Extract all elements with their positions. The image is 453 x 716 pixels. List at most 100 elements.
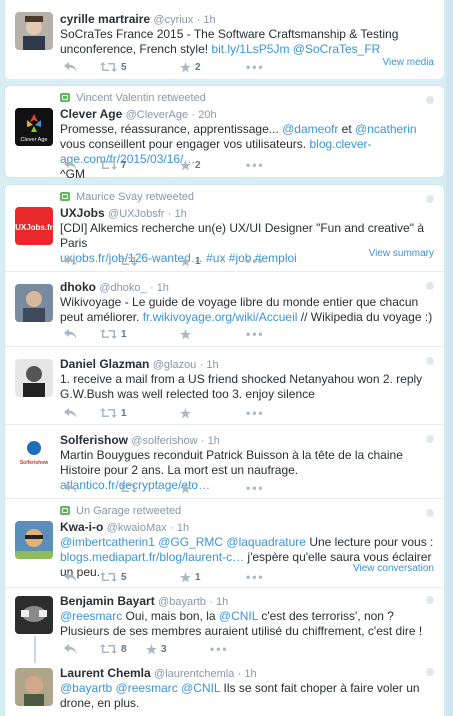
tweet[interactable]: dhoko @dhoko_ · 1h Wikivoyage - Le guide… [5,272,444,347]
username[interactable]: @glazou [153,359,197,371]
tweet[interactable]: Maurice Svay retweeted UXJobs @UXJobsfr … [5,185,444,272]
tweet-mentions[interactable]: @imbertcatherin1 @GG_RMC @laquadrature [60,535,306,549]
more-icon[interactable]: ••• [246,60,265,74]
avatar[interactable] [15,359,53,397]
avatar[interactable] [15,12,53,50]
favorite-button[interactable]: 2 [180,60,201,74]
timestamp[interactable]: 1h [206,359,218,371]
avatar[interactable]: UXJobs.fr [15,207,53,245]
tweet-link[interactable]: bit.ly/1LsP5Jm [211,42,289,56]
avatar[interactable]: Clever Age [15,108,53,146]
timestamp[interactable]: 1h [216,596,228,608]
follow-dot-icon[interactable] [426,596,434,604]
fullname[interactable]: Kwa-i-o [60,520,103,534]
tweet[interactable]: Daniel Glazman @glazou · 1h 1. receive a… [5,347,444,425]
avatar[interactable] [15,596,53,634]
retweet-button[interactable]: 5 [100,570,127,584]
favorite-button[interactable]: 2 [180,158,201,172]
view-media-link[interactable]: View media [382,57,434,68]
fullname[interactable]: Daniel Glazman [60,357,149,371]
avatar[interactable]: Solferishow [15,435,53,473]
favorite-button[interactable]: 3 [146,642,167,656]
avatar[interactable] [15,284,53,322]
tweet-link[interactable]: blogs.mediapart.fr/blog/laurent-c… [60,550,244,564]
fullname[interactable]: Solferishow [60,433,128,447]
username[interactable]: @UXJobsfr [108,208,164,220]
tweet-mention[interactable]: @SoCraTes_FR [293,42,381,56]
retweet-icon[interactable] [120,481,137,495]
username[interactable]: @cyriux [153,14,193,26]
username[interactable]: @CleverAge [126,109,189,121]
reply-icon[interactable] [64,570,77,584]
more-icon[interactable]: ••• [246,254,265,268]
favorite-button[interactable]: 1 [180,254,201,268]
timestamp[interactable]: 1h [157,282,169,294]
favorite-button[interactable]: 1 [180,570,201,584]
timestamp[interactable]: 1h [244,668,256,680]
timestamp[interactable]: 20h [198,109,216,121]
reply-icon[interactable] [64,60,77,74]
tweet-mention[interactable]: @reesmarc [60,609,122,623]
reply-icon[interactable] [64,406,77,420]
tweet-mention[interactable]: @CNIL [219,609,258,623]
favorite-icon[interactable] [180,327,191,341]
username[interactable]: @solferishow [131,435,197,447]
more-icon[interactable]: ••• [246,327,265,341]
username[interactable]: @dhoko_ [99,282,146,294]
fullname[interactable]: dhoko [60,280,96,294]
tweet[interactable]: cyrille martraire @cyriux · 1h SoCraTes … [5,0,444,79]
follow-dot-icon[interactable] [426,357,434,365]
follow-dot-icon[interactable] [426,435,434,443]
follow-dot-icon[interactable] [426,509,434,517]
fullname[interactable]: Clever Age [60,107,122,121]
timestamp[interactable]: 1h [203,14,215,26]
reply-icon[interactable] [64,327,77,341]
more-icon[interactable]: ••• [246,481,265,495]
timestamp[interactable]: 1h [177,522,189,534]
timestamp[interactable]: 1h [208,435,220,447]
username[interactable]: @bayartb [158,596,206,608]
more-icon[interactable]: ••• [246,406,265,420]
tweet-link[interactable]: fr.wikivoyage.org/wiki/Accueil [143,310,298,324]
view-conversation-link[interactable]: View conversation [353,563,434,574]
favorite-icon[interactable] [180,406,191,420]
follow-dot-icon[interactable] [426,195,434,203]
more-icon[interactable]: ••• [210,642,229,656]
avatar[interactable] [15,521,53,559]
avatar[interactable] [15,668,53,706]
tweet[interactable]: Vincent Valentin retweeted Clever Age @C… [5,86,444,181]
retweet-button[interactable]: 1 [100,406,127,420]
tweet-mention[interactable]: @ncatherin [355,122,417,136]
retweet-button[interactable]: 5 [100,60,127,74]
fullname[interactable]: Benjamin Bayart [60,594,155,608]
tweet[interactable]: Un Garage retweeted Kwa-i-o @kwaioMax · … [5,499,444,588]
retweet-context[interactable]: Vincent Valentin retweeted [60,92,434,105]
timestamp[interactable]: 1h [175,208,187,220]
more-icon[interactable]: ••• [246,570,265,584]
retweet-context[interactable]: Maurice Svay retweeted [60,191,434,204]
favorite-icon [180,159,191,171]
tweet[interactable]: Solferishow Solferishow @solferishow · 1… [5,425,444,499]
tweet-mention[interactable]: @dameofr [282,122,338,136]
username[interactable]: @kwaioMax [107,522,167,534]
follow-dot-icon[interactable] [426,96,434,104]
username[interactable]: @laurentchemla [154,668,234,680]
follow-dot-icon[interactable] [426,668,434,676]
fullname[interactable]: UXJobs [60,206,105,220]
retweet-context[interactable]: Un Garage retweeted [60,505,434,518]
follow-dot-icon[interactable] [426,282,434,290]
retweet-button[interactable]: 7 [100,158,127,172]
view-summary-link[interactable]: View summary [369,248,434,259]
fullname[interactable]: Laurent Chemla [60,666,151,680]
more-icon[interactable]: ••• [246,158,265,172]
tweet-mentions[interactable]: @bayartb @reesmarc @CNIL [60,681,220,695]
retweet-button[interactable]: 1 [100,327,127,341]
reply-icon[interactable] [64,158,77,172]
reply-icon[interactable] [64,254,77,268]
retweet-button[interactable]: 8 [100,642,127,656]
reply-icon[interactable] [64,481,77,495]
fullname[interactable]: cyrille martraire [60,12,150,26]
retweet-button[interactable] [120,254,137,268]
favorite-icon[interactable] [180,481,191,495]
reply-icon[interactable] [64,642,77,656]
